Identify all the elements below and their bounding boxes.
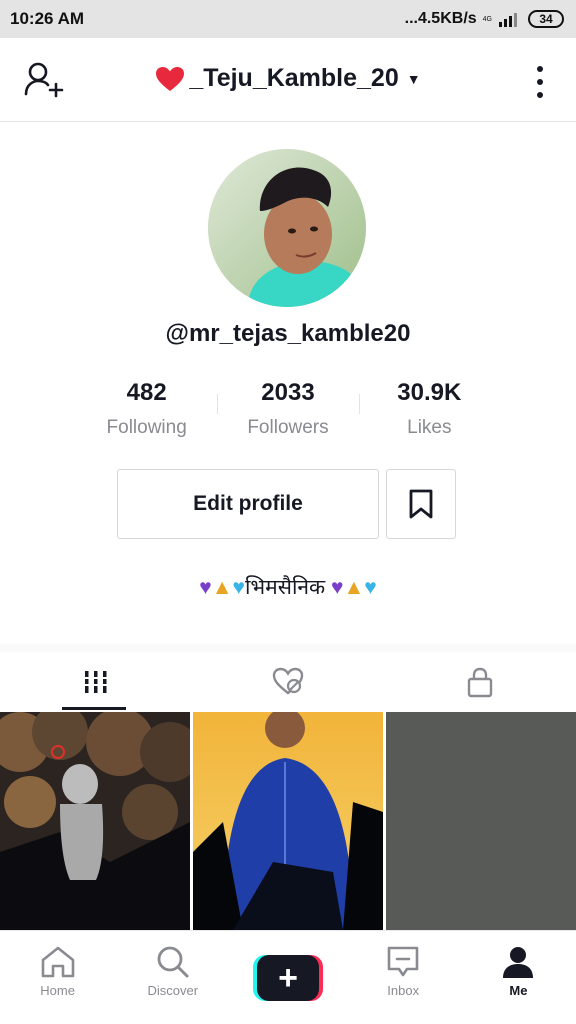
home-icon — [41, 946, 74, 978]
blue-heart-icon: ♥ — [364, 576, 377, 599]
caret-down-icon: ▼ — [406, 70, 421, 87]
portrait-thumbnail — [193, 712, 383, 930]
purple-heart-icon: ♥ — [199, 576, 212, 599]
stat-label: Followers — [247, 417, 329, 438]
nav-label: Inbox — [387, 983, 420, 998]
status-right: ...4.5KB/s 4G 34 — [405, 10, 564, 28]
liked-hidden-icon — [272, 667, 304, 695]
blank-thumbnail — [386, 712, 576, 930]
nav-label: Home — [40, 983, 75, 998]
bookmark-icon — [409, 489, 433, 519]
video-grid — [0, 712, 576, 930]
nav-home[interactable]: Home — [0, 931, 115, 1024]
stat-value: 2033 — [261, 379, 315, 406]
bio-text: भिमसैनिक — [244, 576, 326, 599]
profile-header: _Teju_Kamble_20 ▼ — [0, 38, 576, 122]
tab-liked[interactable] — [192, 652, 384, 712]
video-thumbnail[interactable] — [0, 712, 190, 930]
person-icon — [503, 947, 534, 978]
tab-videos[interactable] — [0, 652, 192, 712]
nav-create[interactable]: + — [230, 931, 345, 1024]
lock-icon — [467, 667, 493, 698]
account-name: _Teju_Kamble_20 — [189, 64, 399, 92]
avatar-image — [208, 149, 366, 307]
tab-private[interactable] — [384, 652, 576, 712]
more-button[interactable] — [530, 62, 550, 102]
nav-me[interactable]: Me — [461, 931, 576, 1024]
profile-stats: 482 Following 2033 Followers 30.9K Likes — [76, 376, 500, 440]
praying-hands-icon: ▲ — [211, 576, 233, 599]
plus-icon: + — [257, 955, 319, 1001]
stat-value: 30.9K — [397, 379, 462, 406]
video-thumbnail[interactable] — [193, 712, 383, 930]
stat-likes[interactable]: 30.9K Likes — [358, 376, 500, 440]
more-dot — [537, 66, 543, 72]
grid-icon — [83, 671, 109, 693]
account-switcher[interactable]: _Teju_Kamble_20 ▼ — [0, 64, 576, 93]
stat-following[interactable]: 482 Following — [76, 376, 217, 440]
battery-indicator: 34 — [528, 10, 564, 28]
video-thumbnail[interactable] — [386, 712, 576, 930]
blue-heart-icon: ♥ — [232, 576, 245, 599]
network-type: 4G — [482, 15, 492, 23]
bottom-nav: Home Discover + Inbox Me — [0, 930, 576, 1024]
stat-followers[interactable]: 2033 Followers — [217, 376, 358, 440]
profile-bio: ♥▲♥भिमसैनिक ♥▲♥ — [0, 573, 576, 601]
purple-heart-icon: ♥ — [331, 576, 344, 599]
red-heart-icon — [156, 66, 185, 91]
create-button[interactable]: + — [253, 955, 323, 1001]
network-speed: ...4.5KB/s — [404, 10, 477, 27]
more-dot — [537, 92, 543, 98]
stat-label: Following — [106, 417, 187, 438]
status-time: 10:26 AM — [10, 9, 85, 28]
edit-profile-button[interactable]: Edit profile — [117, 469, 379, 539]
signal-icon — [499, 13, 517, 27]
inbox-icon — [387, 946, 419, 977]
nav-label: Me — [509, 983, 528, 998]
avatar[interactable] — [208, 149, 366, 307]
buddha-thumbnail — [0, 712, 190, 930]
nav-discover[interactable]: Discover — [115, 931, 230, 1024]
nav-inbox[interactable]: Inbox — [346, 931, 461, 1024]
stat-label: Likes — [407, 417, 452, 438]
profile-username: @mr_tejas_kamble20 — [165, 320, 411, 347]
praying-hands-icon: ▲ — [343, 576, 365, 599]
favorites-button[interactable] — [386, 469, 456, 539]
search-icon — [157, 946, 189, 978]
stat-value: 482 — [126, 379, 167, 406]
section-divider — [0, 644, 576, 652]
content-tabs — [0, 652, 576, 712]
more-dot — [537, 79, 543, 85]
status-bar: 10:26 AM ...4.5KB/s 4G 34 — [0, 0, 576, 38]
nav-label: Discover — [147, 983, 199, 998]
